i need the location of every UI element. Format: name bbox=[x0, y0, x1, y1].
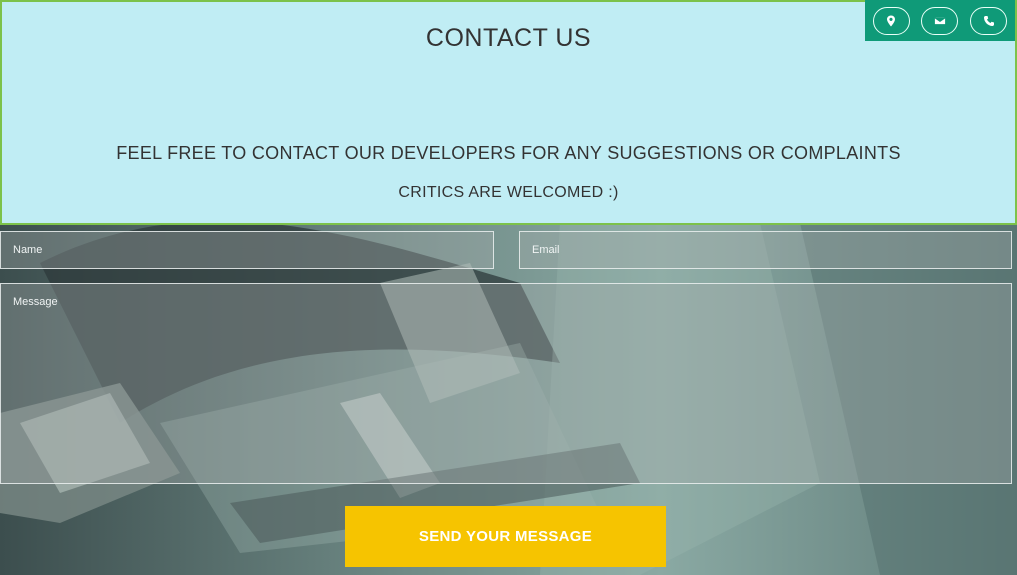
name-input[interactable]: Name bbox=[0, 231, 494, 269]
message-textarea[interactable]: Message bbox=[0, 283, 1012, 484]
page-title: CONTACT US bbox=[425, 24, 592, 52]
critics-text: CRITICS ARE WELCOMED :) bbox=[398, 184, 619, 201]
intro-text: FEEL FREE TO CONTACT OUR DEVELOPERS FOR … bbox=[116, 143, 901, 163]
phone-icon[interactable] bbox=[970, 6, 1008, 35]
contact-icon-bar bbox=[865, 0, 1015, 41]
envelope-icon[interactable] bbox=[921, 6, 959, 35]
map-marker-icon[interactable] bbox=[872, 6, 910, 35]
send-message-button[interactable]: SEND YOUR MESSAGE bbox=[345, 506, 666, 567]
email-input[interactable]: Email bbox=[519, 231, 1012, 269]
